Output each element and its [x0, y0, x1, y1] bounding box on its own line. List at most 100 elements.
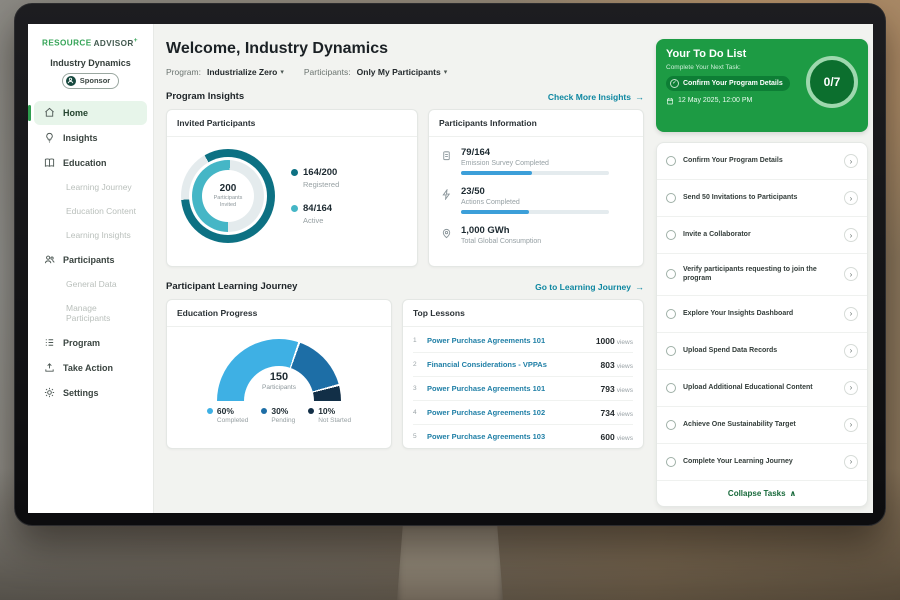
sponsor-person-icon — [66, 76, 76, 86]
task-checkbox[interactable] — [666, 309, 676, 319]
program-select-value: Industrialize Zero — [207, 67, 277, 77]
task-checkbox[interactable] — [666, 346, 676, 356]
todo-progress-value: 0/7 — [824, 75, 841, 89]
participants-select[interactable]: Only My Participants ▾ — [357, 67, 448, 77]
task-checkbox[interactable] — [666, 457, 676, 467]
task-checkbox[interactable] — [666, 420, 676, 430]
donut-center-label: Participants Invited — [209, 195, 247, 209]
progress-fill — [461, 171, 532, 175]
sponsor-badge[interactable]: Sponsor — [62, 73, 119, 89]
lesson-link[interactable]: Power Purchase Agreements 101 — [427, 336, 589, 345]
gear-icon — [44, 387, 55, 398]
chevron-right-icon[interactable]: › — [844, 381, 858, 395]
chevron-right-icon[interactable]: › — [844, 455, 858, 469]
lesson-link[interactable]: Power Purchase Agreements 103 — [427, 432, 594, 441]
task-row-verify-participants[interactable]: Verify participants requesting to join t… — [657, 254, 867, 296]
lesson-views: 803views — [601, 360, 633, 370]
task-row-invite-collaborator[interactable]: Invite a Collaborator › — [657, 217, 867, 254]
sidebar-item-education-content[interactable]: Education Content — [34, 200, 147, 223]
chevron-right-icon[interactable]: › — [844, 191, 858, 205]
go-to-learning-journey-link[interactable]: Go to Learning Journey → — [535, 282, 644, 292]
nav-label: Education — [63, 158, 107, 168]
legend-dot — [291, 169, 298, 176]
legend-dot — [291, 205, 298, 212]
task-checkbox[interactable] — [666, 193, 676, 203]
invited-participants-title: Invited Participants — [167, 110, 417, 137]
chevron-right-icon[interactable]: › — [844, 307, 858, 321]
sidebar-item-program[interactable]: Program — [34, 331, 147, 355]
arrow-right-icon: → — [635, 282, 644, 292]
top-lessons-list: 1 Power Purchase Agreements 101 1000view… — [403, 327, 643, 448]
task-row-explore-insights[interactable]: Explore Your Insights Dashboard › — [657, 296, 867, 333]
nav-label: Education Content — [66, 206, 136, 216]
nav-label: General Data — [66, 279, 117, 289]
task-row-upload-educational-content[interactable]: Upload Additional Educational Content › — [657, 370, 867, 407]
task-row-achieve-target[interactable]: Achieve One Sustainability Target › — [657, 407, 867, 444]
nav-label: Learning Insights — [66, 230, 131, 240]
chevron-right-icon[interactable]: › — [844, 267, 858, 281]
sidebar-item-manage-participants[interactable]: Manage Participants — [34, 297, 147, 330]
program-insights-title: Program Insights — [166, 91, 244, 102]
insights-cards-row: Invited Participants 200 Participants In… — [166, 109, 644, 267]
todo-panel: Your To Do List Complete Your Next Task:… — [656, 24, 868, 513]
task-row-confirm-program[interactable]: Confirm Your Program Details › — [657, 143, 867, 180]
lesson-link[interactable]: Financial Considerations - VPPAs — [427, 360, 594, 369]
task-label: Upload Spend Data Records — [683, 346, 825, 355]
chevron-right-icon[interactable]: › — [844, 344, 858, 358]
check-more-insights-link[interactable]: Check More Insights → — [548, 92, 644, 102]
sidebar-item-settings[interactable]: Settings — [34, 381, 147, 405]
lesson-rank: 1 — [413, 337, 420, 344]
lesson-views: 734views — [601, 408, 633, 418]
sidebar-item-learning-insights[interactable]: Learning Insights — [34, 224, 147, 247]
lesson-rank: 5 — [413, 433, 420, 440]
task-row-upload-spend-data[interactable]: Upload Spend Data Records › — [657, 333, 867, 370]
home-icon — [44, 107, 55, 118]
sidebar-item-take-action[interactable]: Take Action — [34, 356, 147, 380]
arrow-right-icon: → — [635, 92, 644, 102]
sidebar-item-insights[interactable]: Insights — [34, 126, 147, 150]
lesson-row: 3 Power Purchase Agreements 101 793views — [413, 377, 633, 401]
lesson-views: 1000views — [596, 336, 633, 346]
next-task-label: Confirm Your Program Details — [683, 80, 783, 87]
chevron-down-icon: ▾ — [444, 68, 448, 76]
lesson-row: 2 Financial Considerations - VPPAs 803vi… — [413, 353, 633, 377]
chevron-right-icon[interactable]: › — [844, 418, 858, 432]
participants-select-value: Only My Participants — [357, 67, 441, 77]
pending-label: Pending — [271, 417, 295, 424]
actions-completed-value: 23/50 — [461, 186, 609, 197]
task-checkbox[interactable] — [666, 230, 676, 240]
sidebar-item-general-data[interactable]: General Data — [34, 273, 147, 296]
org-name: Industry Dynamics — [28, 58, 153, 68]
collapse-tasks-button[interactable]: Collapse Tasks ∧ — [657, 481, 867, 506]
lesson-link[interactable]: Power Purchase Agreements 101 — [427, 384, 594, 393]
donut-legend: 164/200 Registered 84/164 Active — [291, 167, 339, 225]
task-row-send-invitations[interactable]: Send 50 Invitations to Participants › — [657, 180, 867, 217]
todo-header-card: Your To Do List Complete Your Next Task:… — [656, 39, 868, 132]
chevron-right-icon[interactable]: › — [844, 228, 858, 242]
chevron-right-icon[interactable]: › — [844, 154, 858, 168]
task-checkbox[interactable] — [666, 269, 676, 279]
lesson-link[interactable]: Power Purchase Agreements 102 — [427, 408, 594, 417]
dashboard-screen: RESOURCEADVISOR+ Industry Dynamics Spons… — [28, 24, 873, 513]
task-label: Verify participants requesting to join t… — [683, 265, 825, 284]
invited-participants-card: Invited Participants 200 Participants In… — [166, 109, 418, 267]
pending-value: 30% — [271, 406, 295, 416]
learning-journey-title: Participant Learning Journey — [166, 281, 297, 292]
sidebar-item-education[interactable]: Education — [34, 151, 147, 175]
participants-filter-label: Participants: — [304, 67, 351, 77]
sidebar-item-participants[interactable]: Participants — [34, 248, 147, 272]
next-task-pill[interactable]: ✓ Confirm Your Program Details — [666, 76, 790, 91]
nav-label: Learning Journey — [66, 182, 132, 192]
task-label: Achieve One Sustainability Target — [683, 420, 825, 429]
action-arrow-icon — [44, 362, 55, 373]
sidebar-item-learning-journey[interactable]: Learning Journey — [34, 176, 147, 199]
logo-advisor: ADVISOR — [94, 39, 134, 48]
check-circle-icon: ✓ — [670, 79, 679, 88]
program-select[interactable]: Industrialize Zero ▾ — [207, 67, 284, 77]
task-row-complete-learning-journey[interactable]: Complete Your Learning Journey › — [657, 444, 867, 481]
task-label: Complete Your Learning Journey — [683, 457, 825, 466]
task-checkbox[interactable] — [666, 383, 676, 393]
sidebar-item-home[interactable]: Home — [34, 101, 147, 125]
task-checkbox[interactable] — [666, 156, 676, 166]
program-insights-header: Program Insights Check More Insights → — [166, 91, 644, 102]
